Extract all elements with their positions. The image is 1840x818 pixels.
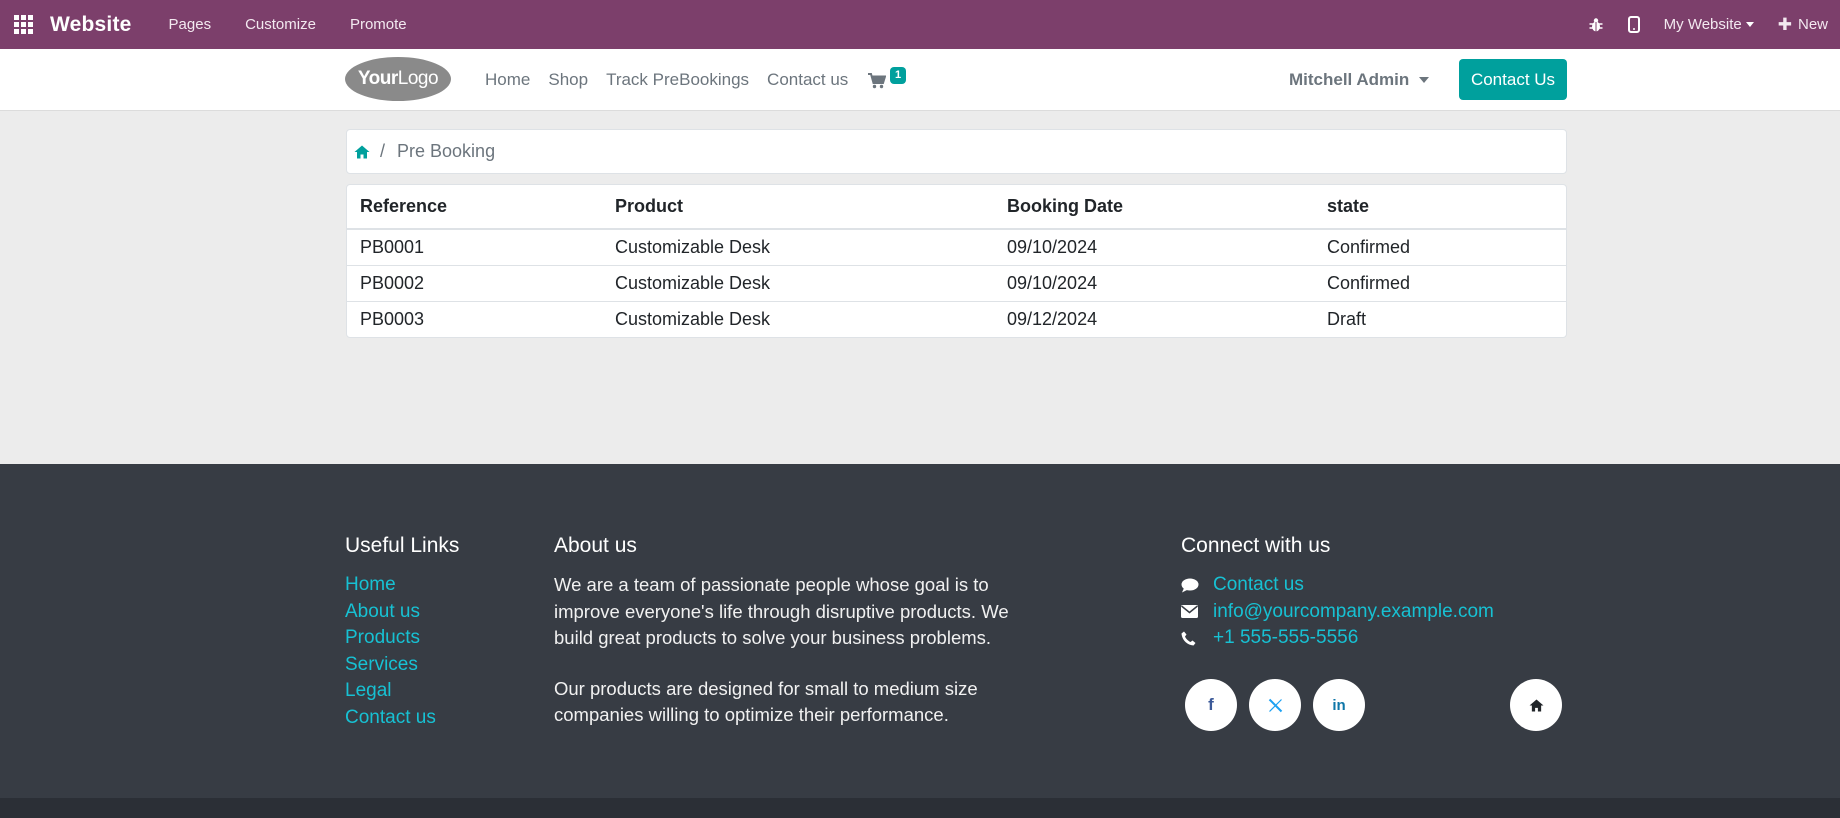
new-button[interactable]: ✚ New <box>1766 0 1840 49</box>
cart-count-badge: 1 <box>890 67 907 84</box>
connect-phone-link[interactable]: +1 555-555-5556 <box>1213 627 1358 649</box>
prebooking-table-container: Reference Product Booking Date state PB0… <box>346 184 1567 338</box>
home-icon <box>1529 698 1543 712</box>
about-title: About us <box>554 534 637 557</box>
footer-link-about-us[interactable]: About us <box>345 599 459 626</box>
site-logo[interactable]: Your Logo <box>345 57 451 101</box>
menu-pages[interactable]: Pages <box>152 0 229 49</box>
col-product: Product <box>602 185 994 230</box>
logo-text-light: Logo <box>397 68 439 89</box>
home-social-button[interactable] <box>1510 679 1562 731</box>
phone-icon <box>1181 631 1196 646</box>
x-twitter-icon <box>1268 698 1282 712</box>
linkedin-icon: in <box>1332 696 1346 714</box>
plus-icon: ✚ <box>1777 14 1792 34</box>
admin-topbar: Website Pages Customize Promote My Websi… <box>0 0 1840 49</box>
cell-reference: PB0001 <box>360 236 425 257</box>
cart-button[interactable]: 1 <box>868 67 908 95</box>
footer-about: About us We are a team of passionate peo… <box>554 534 1024 753</box>
prebooking-table: Reference Product Booking Date state PB0… <box>347 185 1566 337</box>
nav-home[interactable]: Home <box>476 70 539 90</box>
cell-product: Customizable Desk <box>602 300 994 337</box>
my-website-label: My Website <box>1663 16 1742 33</box>
user-menu-dropdown[interactable]: Mitchell Admin <box>1289 49 1430 111</box>
col-reference: Reference <box>347 185 602 230</box>
app-brand[interactable]: Website <box>50 13 132 37</box>
breadcrumb-separator: / <box>380 141 386 161</box>
cart-icon <box>868 73 886 89</box>
connect-email-link[interactable]: info@yourcompany.example.com <box>1213 601 1494 623</box>
footer-link-home[interactable]: Home <box>345 572 459 599</box>
site-footer: Useful Links Home About us Products Serv… <box>0 464 1840 798</box>
about-paragraph-2: Our products are designed for small to m… <box>554 677 978 726</box>
apps-menu-button[interactable] <box>0 0 46 49</box>
table-row[interactable]: PB0002 Customizable Desk 09/10/2024 Conf… <box>347 264 1566 301</box>
site-header: Your Logo Home Shop Track PreBookings Con… <box>0 49 1840 111</box>
facebook-icon: f <box>1208 695 1214 714</box>
cell-booking-date: 09/10/2024 <box>1007 236 1098 257</box>
chat-icon <box>1181 578 1199 593</box>
menu-promote[interactable]: Promote <box>333 0 424 49</box>
connect-phone-row: +1 555-555-5556 <box>1181 625 1494 652</box>
caret-down-icon <box>1419 77 1430 83</box>
footer-useful-links: Useful Links Home About us Products Serv… <box>345 534 459 731</box>
connect-contact-link[interactable]: Contact us <box>1213 574 1304 596</box>
new-label: New <box>1797 16 1828 33</box>
about-paragraph-1: We are a team of passionate people whose… <box>554 574 1009 648</box>
cell-product: Customizable Desk <box>615 236 771 257</box>
cell-reference: PB0003 <box>347 300 602 337</box>
mobile-icon <box>1627 16 1640 33</box>
col-state: state <box>1314 185 1566 230</box>
cell-state: Draft <box>1314 300 1566 337</box>
logo-text-bold: Your <box>357 68 398 89</box>
apps-grid-icon <box>13 15 33 34</box>
cell-booking-date: 09/12/2024 <box>994 300 1314 337</box>
contact-us-button[interactable]: Contact Us <box>1459 59 1567 100</box>
footer-link-legal[interactable]: Legal <box>345 678 459 705</box>
nav-shop[interactable]: Shop <box>539 70 597 90</box>
envelope-icon <box>1181 605 1198 619</box>
footer-link-services[interactable]: Services <box>345 652 459 679</box>
cell-product: Customizable Desk <box>602 264 994 301</box>
nav-contact-us[interactable]: Contact us <box>758 70 857 90</box>
home-icon[interactable] <box>354 145 370 159</box>
useful-links-title: Useful Links <box>345 534 460 557</box>
my-website-dropdown[interactable]: My Website <box>1652 0 1766 49</box>
main-nav: Home Shop Track PreBookings Contact us <box>476 49 857 111</box>
debug-button[interactable] <box>1576 0 1616 49</box>
connect-contact-row: Contact us <box>1181 572 1494 599</box>
table-row[interactable]: PB0003 Customizable Desk 09/12/2024 Draf… <box>347 300 1566 337</box>
connect-email-row: info@yourcompany.example.com <box>1181 599 1494 626</box>
linkedin-button[interactable]: in <box>1313 679 1365 731</box>
menu-customize[interactable]: Customize <box>228 0 333 49</box>
bug-icon <box>1589 17 1603 31</box>
table-row[interactable]: PB0001 Customizable Desk 09/10/2024 Conf… <box>347 229 1566 265</box>
cell-booking-date: 09/10/2024 <box>994 264 1314 301</box>
footer-link-contact-us[interactable]: Contact us <box>345 705 459 732</box>
footer-copyright-bar <box>0 798 1840 818</box>
caret-down-icon <box>1745 22 1754 27</box>
nav-track-prebookings[interactable]: Track PreBookings <box>597 70 758 90</box>
connect-title: Connect with us <box>1181 534 1331 557</box>
col-booking-date: Booking Date <box>994 185 1314 230</box>
cell-state: Confirmed <box>1314 264 1566 301</box>
table-header-row: Reference Product Booking Date state <box>347 185 1566 230</box>
facebook-button[interactable]: f <box>1185 679 1237 731</box>
cell-reference: PB0002 <box>347 264 602 301</box>
breadcrumb: / Pre Booking <box>346 129 1567 174</box>
breadcrumb-current: Pre Booking <box>397 141 496 161</box>
user-name: Mitchell Admin <box>1289 70 1410 89</box>
footer-connect: Connect with us Contact us info@yourcomp… <box>1181 534 1494 652</box>
twitter-button[interactable] <box>1249 679 1301 731</box>
cell-state: Confirmed <box>1327 236 1411 257</box>
footer-link-products[interactable]: Products <box>345 625 459 652</box>
mobile-preview-button[interactable] <box>1616 0 1652 49</box>
